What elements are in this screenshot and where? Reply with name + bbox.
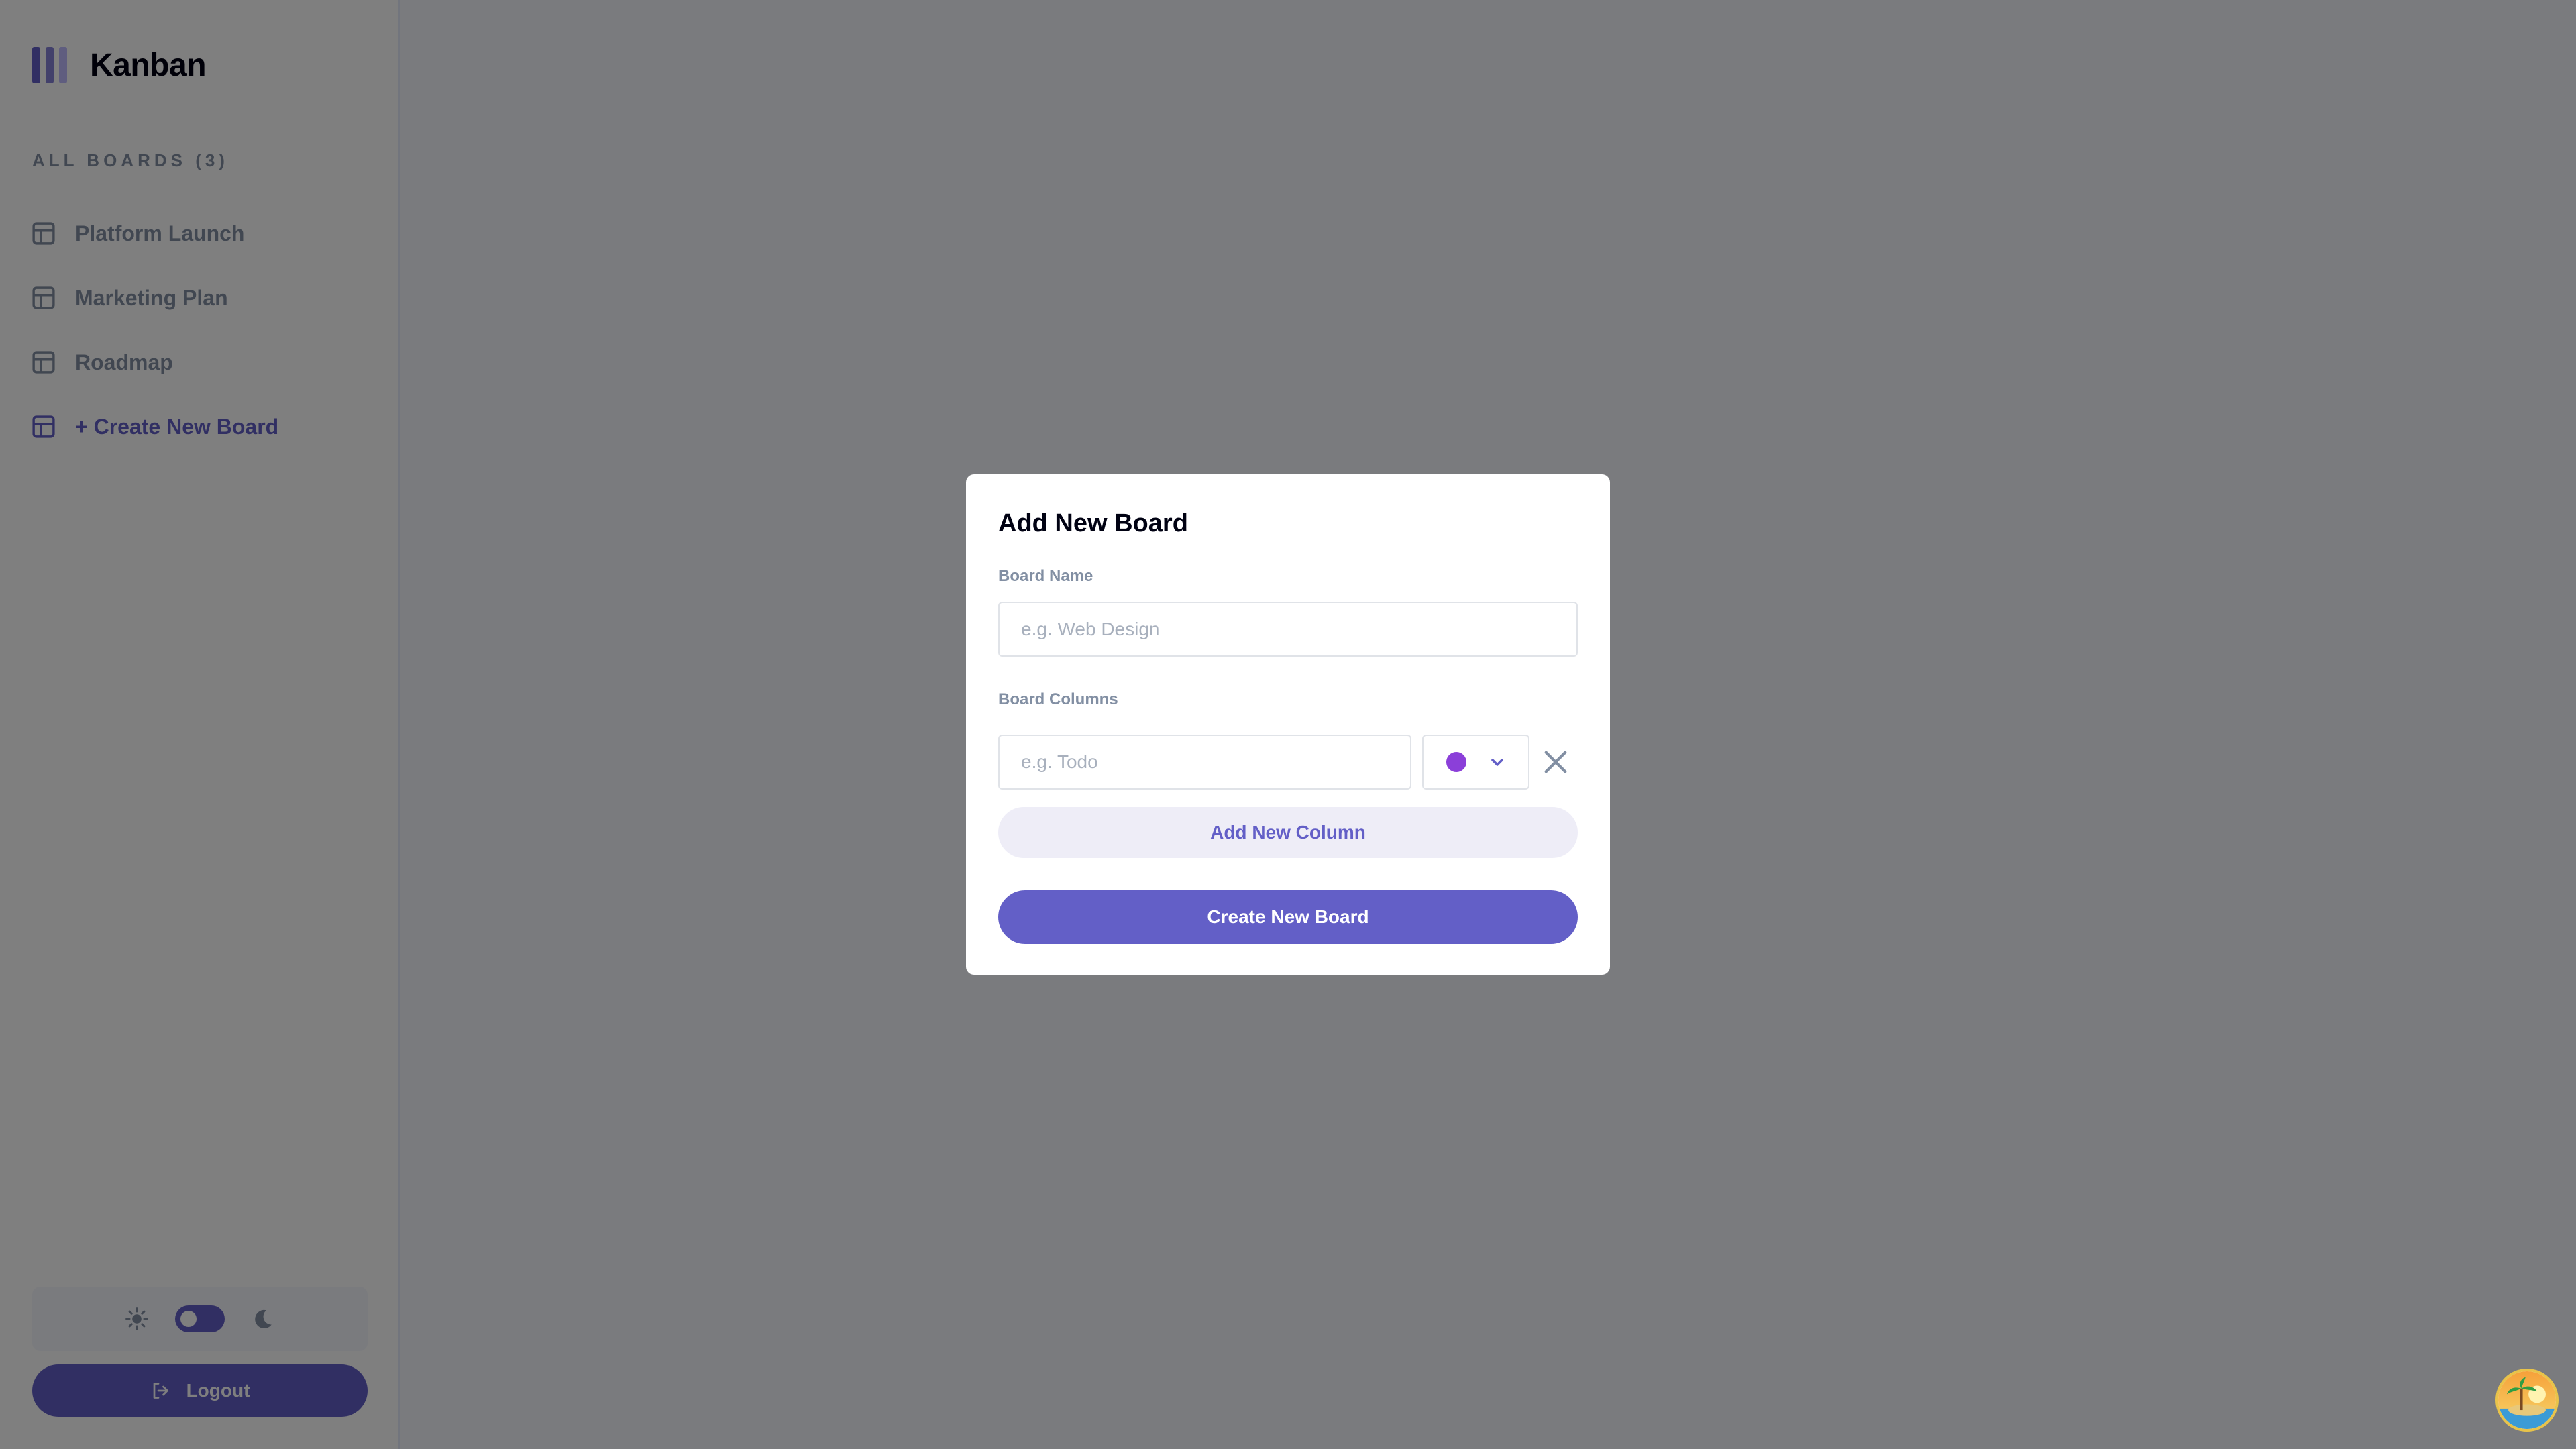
board-columns-label: Board Columns: [998, 690, 1118, 708]
column-color-select[interactable]: [1422, 735, 1529, 790]
column-color-swatch: [1446, 752, 1466, 772]
add-new-column-button[interactable]: Add New Column: [998, 807, 1578, 858]
create-new-board-button[interactable]: Create New Board: [998, 890, 1578, 944]
board-name-label: Board Name: [998, 567, 1093, 585]
close-icon[interactable]: [1543, 749, 1568, 775]
modal-title: Add New Board: [998, 509, 1188, 537]
island-icon: [2498, 1371, 2556, 1429]
assistant-avatar[interactable]: [2496, 1368, 2559, 1432]
board-name-input[interactable]: [998, 602, 1578, 657]
column-name-input[interactable]: [998, 735, 1411, 790]
app-root: Kanban ALL BOARDS (3) Platform Launch Ma…: [0, 0, 2576, 1449]
add-board-modal: Add New Board Board Name Board Columns A…: [966, 474, 1610, 975]
chevron-down-icon: [1491, 759, 1503, 766]
